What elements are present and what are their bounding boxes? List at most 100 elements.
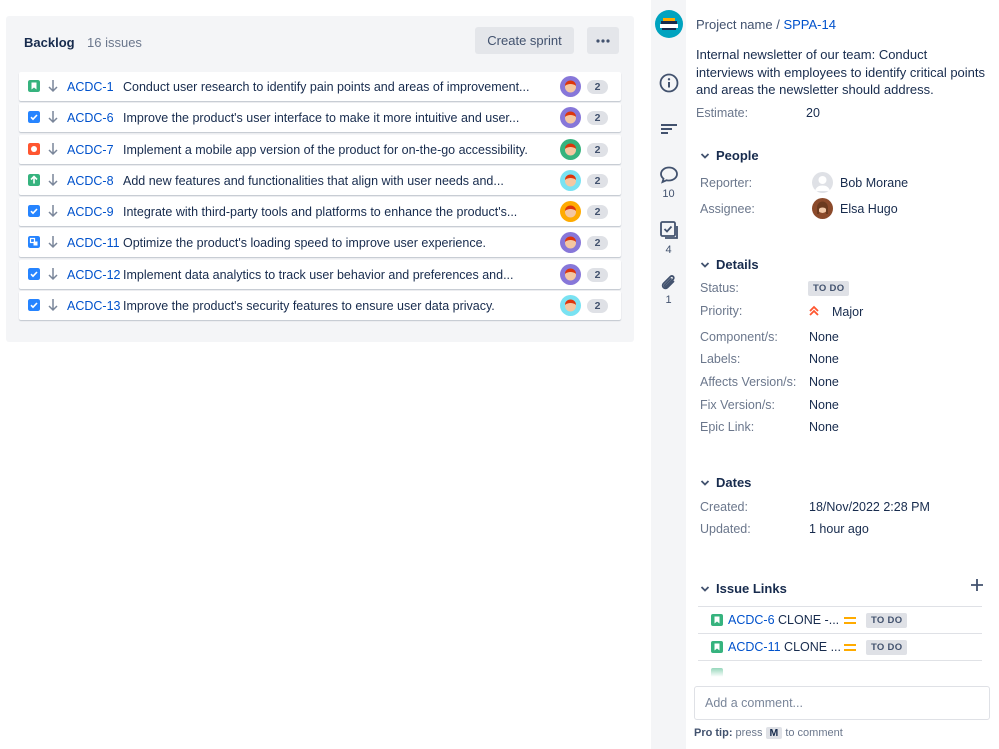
assignee-avatar[interactable] <box>560 169 581 191</box>
pro-tip: Pro tip: press M to comment <box>694 727 843 739</box>
comments-count: 10 <box>662 188 675 200</box>
labels-value[interactable]: None <box>809 352 839 366</box>
comment-icon[interactable] <box>658 164 680 186</box>
project-logo[interactable] <box>655 10 683 38</box>
attachment-icon[interactable] <box>658 272 680 294</box>
issue-row[interactable]: ACDC-11 Optimize the product's loading sp… <box>19 228 621 258</box>
backlog-issue-count: 16 issues <box>87 35 142 50</box>
assignee-avatar[interactable] <box>560 201 581 223</box>
issue-row[interactable]: ACDC-12 Implement data analytics to track… <box>19 259 621 289</box>
fix-version-label: Fix Version/s: <box>700 398 776 412</box>
issue-description[interactable]: Internal newsletter of our team: Conduct… <box>696 46 986 99</box>
affects-version-value[interactable]: None <box>809 375 839 389</box>
issue-key[interactable]: ACDC-6 <box>67 111 114 125</box>
shortcut-key: M <box>765 727 783 739</box>
side-rail: 10 4 1 <box>651 0 686 749</box>
component-value[interactable]: None <box>809 330 839 344</box>
checklist-count: 4 <box>665 244 672 256</box>
more-actions-button[interactable] <box>587 27 619 54</box>
issue-key[interactable]: ACDC-9 <box>67 205 114 219</box>
chevron-down-icon <box>700 152 710 159</box>
chevron-down-icon <box>700 261 710 268</box>
issue-link-summary: CLONE ... <box>780 640 841 654</box>
issue-link-row[interactable]: ACDC-11 CLONE ... TO DO <box>698 633 982 660</box>
issue-link-text[interactable]: ACDC-6 CLONE -... <box>728 613 839 627</box>
filter-icon[interactable] <box>658 118 680 140</box>
dates-section-title: Dates <box>716 475 752 490</box>
issue-key[interactable]: ACDC-12 <box>67 268 121 282</box>
assignee-avatar[interactable] <box>560 295 581 317</box>
issue-row[interactable]: ACDC-13 Improve the product's security fe… <box>19 291 621 321</box>
estimate-value[interactable]: 20 <box>806 106 820 120</box>
issue-list: ACDC-1 Conduct user research to identify … <box>19 72 621 322</box>
issue-link-key[interactable]: ACDC-6 <box>728 613 775 627</box>
assignee-name[interactable]: Elsa Hugo <box>840 202 898 216</box>
issue-summary: Conduct user research to identify pain p… <box>123 80 530 94</box>
story-points-badge: 2 <box>587 236 608 251</box>
story-points-badge: 2 <box>587 267 608 282</box>
issue-link-text[interactable]: ACDC-11 CLONE ... <box>728 640 841 654</box>
priority-value[interactable]: Major <box>832 305 863 319</box>
issue-key[interactable]: ACDC-7 <box>67 143 114 157</box>
labels-label: Labels: <box>700 352 741 366</box>
status-label: Status: <box>700 281 739 295</box>
fix-version-value[interactable]: None <box>809 398 839 412</box>
issue-row[interactable]: ACDC-9 Integrate with third-party tools a… <box>19 197 621 227</box>
attachments-count: 1 <box>665 294 672 306</box>
low-priority-arrow-icon <box>48 111 58 124</box>
affects-version-label: Affects Version/s: <box>700 375 797 389</box>
issue-key[interactable]: ACDC-11 <box>67 236 120 250</box>
epic-link-value[interactable]: None <box>809 420 839 434</box>
add-issue-link-icon[interactable] <box>970 578 984 592</box>
info-icon[interactable] <box>658 72 680 94</box>
create-sprint-button[interactable]: Create sprint <box>475 27 574 54</box>
breadcrumb-project[interactable]: Project name / <box>696 17 783 32</box>
issue-links-section-toggle[interactable]: Issue Links <box>700 581 787 596</box>
low-priority-arrow-icon <box>48 205 58 218</box>
story-points-badge: 2 <box>587 173 608 188</box>
issue-row[interactable]: ACDC-8 Add new features and functionaliti… <box>19 165 621 195</box>
issue-summary: Add new features and functionalities tha… <box>123 173 504 188</box>
issue-summary: Implement data analytics to track user b… <box>123 267 514 282</box>
story-icon <box>28 80 40 92</box>
issue-key[interactable]: ACDC-13 <box>67 299 121 313</box>
issue-row[interactable]: ACDC-6 Improve the product's user interfa… <box>19 103 621 133</box>
task-icon <box>28 267 40 280</box>
breadcrumb-issue-key[interactable]: SPPA-14 <box>783 17 836 32</box>
issue-key[interactable]: ACDC-8 <box>67 174 114 188</box>
breadcrumb: Project name / SPPA-14 <box>696 17 836 32</box>
comment-input[interactable]: Add a comment... <box>694 686 990 720</box>
assignee-avatar[interactable] <box>560 76 581 97</box>
issue-summary: Optimize the product's loading speed to … <box>123 236 487 251</box>
assignee-avatar[interactable] <box>560 138 581 160</box>
assignee-avatar[interactable] <box>560 232 581 254</box>
issue-row[interactable]: ACDC-1 Conduct user research to identify … <box>19 72 621 101</box>
pro-tip-label: Pro tip: <box>694 727 733 739</box>
details-section-toggle[interactable]: Details <box>700 257 759 272</box>
task-icon <box>28 111 40 124</box>
checklist-icon[interactable] <box>658 219 680 241</box>
issue-key[interactable]: ACDC-1 <box>67 80 114 94</box>
priority-major-icon <box>809 305 819 316</box>
people-section-title: People <box>716 148 759 163</box>
reporter-avatar <box>812 172 833 193</box>
issue-link-summary: CLONE -... <box>774 613 840 627</box>
issue-link-row[interactable]: ACDC-6 CLONE -... TO DO <box>698 606 982 633</box>
assignee-avatar[interactable] <box>560 263 581 285</box>
assignee-avatar[interactable] <box>560 107 581 129</box>
issue-link-status: TO DO <box>866 640 908 655</box>
created-value: 18/Nov/2022 2:28 PM <box>809 500 930 514</box>
issue-row[interactable]: ACDC-7 Implement a mobile app version of … <box>19 134 621 164</box>
assignee-label: Assignee: <box>700 202 755 216</box>
updated-value: 1 hour ago <box>809 522 869 536</box>
details-section-title: Details <box>716 257 759 272</box>
reporter-name[interactable]: Bob Morane <box>840 176 908 190</box>
issue-link-key[interactable]: ACDC-11 <box>728 640 781 654</box>
dates-section-toggle[interactable]: Dates <box>700 475 751 490</box>
chevron-down-icon <box>700 479 710 486</box>
priority-label: Priority: <box>700 304 743 318</box>
chevron-down-icon <box>700 585 710 592</box>
medium-priority-icon <box>844 617 856 624</box>
people-section-toggle[interactable]: People <box>700 148 759 163</box>
status-badge[interactable]: TO DO <box>808 281 850 296</box>
